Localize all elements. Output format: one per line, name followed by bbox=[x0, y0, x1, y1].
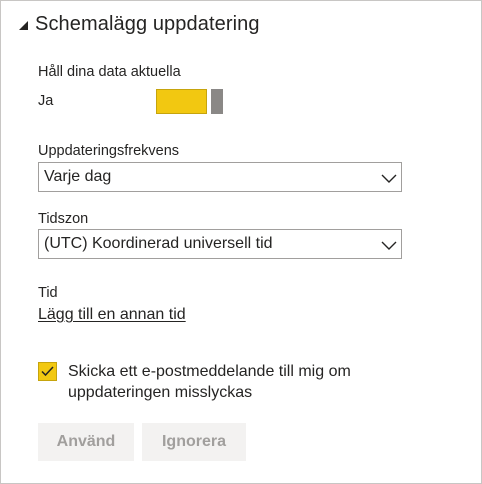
section-header[interactable]: Schemalägg uppdatering bbox=[17, 10, 260, 38]
schedule-refresh-panel: Schemalägg uppdatering Håll dina data ak… bbox=[0, 0, 482, 484]
frequency-select[interactable]: Varje dag bbox=[38, 162, 402, 192]
timezone-select[interactable]: (UTC) Koordinerad universell tid bbox=[38, 229, 402, 259]
frequency-label: Uppdateringsfrekvens bbox=[38, 143, 180, 159]
caret-down-icon[interactable] bbox=[17, 19, 30, 32]
keep-updated-toggle[interactable] bbox=[156, 89, 223, 114]
chevron-down-icon bbox=[381, 171, 397, 183]
time-label: Tid bbox=[38, 285, 58, 301]
apply-button[interactable]: Använd bbox=[38, 423, 134, 461]
add-another-time-link[interactable]: Lägg till en annan tid bbox=[38, 306, 186, 324]
toggle-knob[interactable] bbox=[211, 89, 223, 114]
keep-data-updated-label: Håll dina data aktuella bbox=[38, 64, 181, 80]
toggle-state-label: Ja bbox=[38, 93, 54, 109]
section-title: Schemalägg uppdatering bbox=[35, 12, 260, 35]
checkmark-icon bbox=[41, 366, 54, 377]
frequency-selected-value: Varje dag bbox=[44, 168, 112, 185]
timezone-label: Tidszon bbox=[38, 211, 89, 227]
chevron-down-icon bbox=[381, 238, 397, 250]
email-notify-label: Skicka ett e-postmeddelande till mig om … bbox=[68, 363, 351, 401]
email-notify-checkbox[interactable] bbox=[38, 362, 57, 381]
timezone-selected-value: (UTC) Koordinerad universell tid bbox=[44, 235, 273, 252]
toggle-track bbox=[156, 89, 207, 114]
discard-button[interactable]: Ignorera bbox=[142, 423, 246, 461]
